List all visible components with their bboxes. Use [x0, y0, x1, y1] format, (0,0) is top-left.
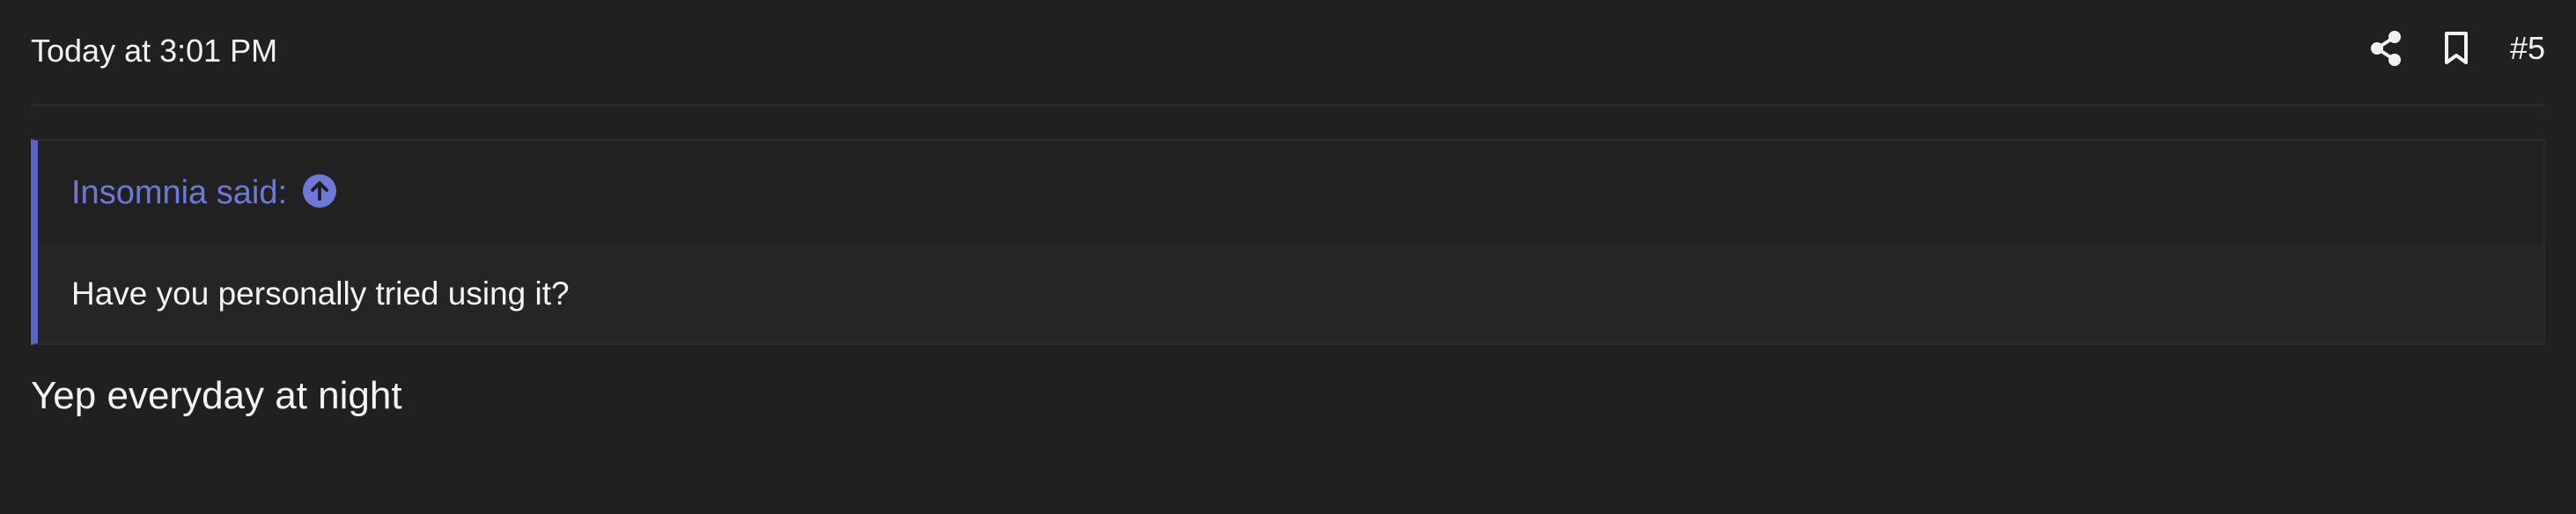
- share-button[interactable]: [2362, 25, 2410, 72]
- quote-body: Have you personally tried using it?: [38, 245, 2543, 343]
- post-actions: #5: [2362, 25, 2545, 72]
- quote-text: Have you personally tried using it?: [71, 275, 570, 312]
- post-number-link[interactable]: #5: [2510, 29, 2545, 68]
- quote-author-link[interactable]: Insomnia said:: [71, 173, 287, 213]
- post-message: Yep everyday at night: [31, 374, 402, 417]
- arrow-up-circle-icon: [302, 173, 337, 213]
- bookmark-icon: [2442, 30, 2470, 67]
- quote-header: Insomnia said:: [38, 141, 2543, 245]
- bookmark-button[interactable]: [2432, 25, 2480, 72]
- quote-block: Insomnia said: Have you personally tried…: [31, 139, 2545, 345]
- share-icon: [2369, 30, 2403, 67]
- quote-jump-button[interactable]: [301, 173, 338, 213]
- post-header: Today at 3:01 PM #5: [31, 0, 2545, 106]
- post-timestamp[interactable]: Today at 3:01 PM: [31, 32, 277, 70]
